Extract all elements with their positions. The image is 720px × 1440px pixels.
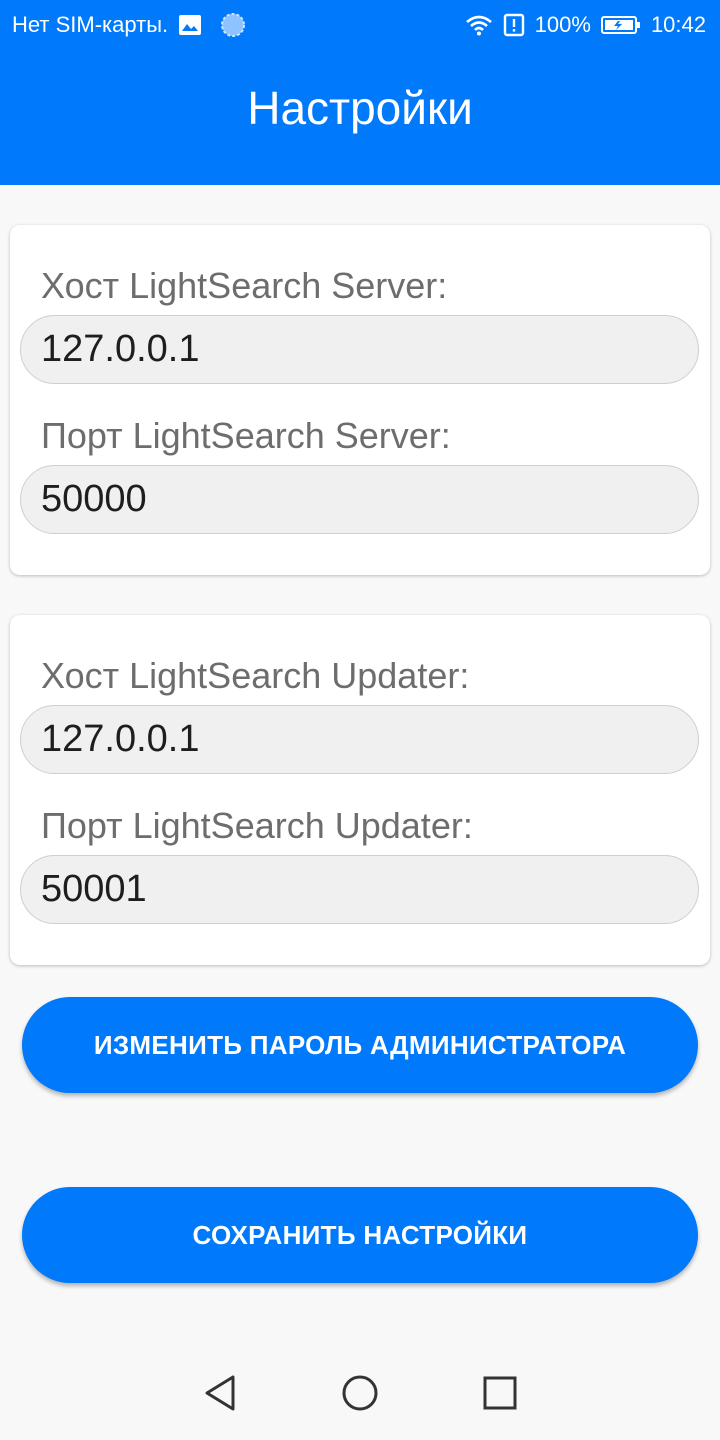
sync-icon	[220, 12, 246, 38]
updater-port-input[interactable]	[20, 855, 699, 924]
server-port-label: Порт LightSearch Server:	[41, 415, 451, 456]
home-icon	[341, 1374, 379, 1417]
recents-button[interactable]	[470, 1365, 530, 1425]
status-bar-left: Нет SIM-карты.	[12, 12, 246, 38]
recents-icon	[482, 1375, 518, 1416]
battery-percent: 100%	[534, 12, 591, 37]
updater-port-label: Порт LightSearch Updater:	[41, 805, 473, 846]
image-icon	[178, 14, 202, 36]
clock: 10:42	[650, 12, 706, 37]
status-bar-right: 100% 10:42	[465, 12, 706, 38]
status-bar: Нет SIM-карты. 100% 10:42	[0, 0, 720, 50]
system-nav-bar	[0, 1350, 720, 1440]
server-port-input[interactable]	[20, 465, 699, 534]
back-icon	[203, 1374, 237, 1417]
battery-icon	[600, 15, 641, 35]
updater-host-input[interactable]	[20, 705, 699, 774]
carrier-text: Нет SIM-карты.	[12, 12, 169, 37]
page-title: Настройки	[247, 81, 473, 134]
wifi-icon	[465, 14, 493, 36]
phone-screen: Нет SIM-карты. 100% 10:42 Настройки Хост…	[0, 0, 720, 1440]
server-host-label: Хост LightSearch Server:	[41, 265, 448, 306]
change-admin-password-button[interactable]: ИЗМЕНИТЬ ПАРОЛЬ АДМИНИСТРАТОРА	[22, 997, 698, 1093]
back-button[interactable]	[190, 1365, 250, 1425]
home-button[interactable]	[330, 1365, 390, 1425]
updater-settings-card: Хост LightSearch Updater: Порт LightSear…	[10, 615, 710, 965]
alert-icon	[503, 13, 525, 37]
server-settings-card: Хост LightSearch Server: Порт LightSearc…	[10, 225, 710, 575]
server-host-input[interactable]	[20, 315, 699, 384]
updater-host-label: Хост LightSearch Updater:	[41, 655, 470, 696]
app-bar: Настройки	[0, 50, 720, 185]
save-settings-button[interactable]: СОХРАНИТЬ НАСТРОЙКИ	[22, 1187, 698, 1283]
